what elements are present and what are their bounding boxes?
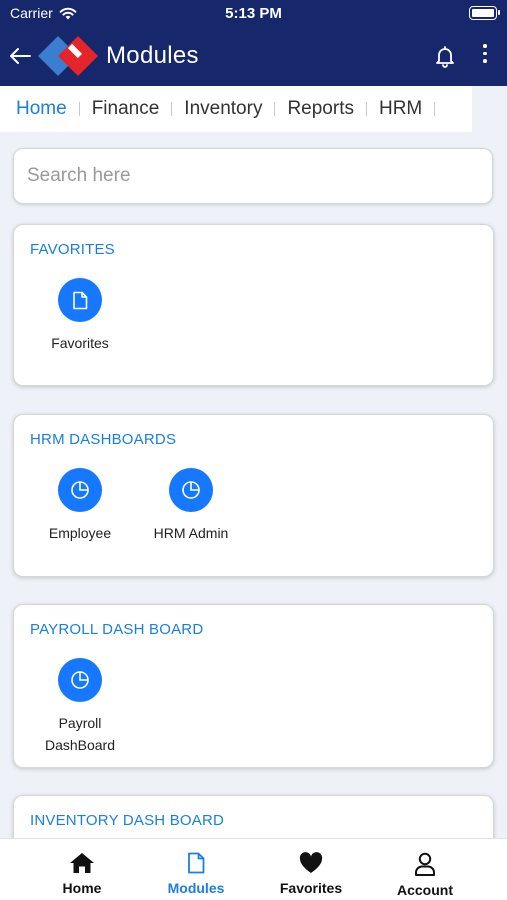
page-title: Modules: [106, 42, 199, 69]
tab-inventory[interactable]: Inventory: [172, 86, 274, 132]
module-icon-circle: [58, 468, 102, 512]
tab-divider: [434, 102, 436, 116]
pie-chart-icon: [71, 481, 89, 499]
module-label: Favorites: [51, 335, 109, 351]
favorites-card: FAVORITES Favorites: [13, 224, 494, 386]
status-time: 5:13 PM: [225, 5, 282, 22]
module-tabs: Home Finance Inventory Reports HRM: [0, 86, 472, 132]
bottom-navigation: Home Modules Favorites Account: [0, 838, 507, 900]
notification-bell-icon[interactable]: [432, 43, 458, 69]
module-icon-circle: [58, 278, 102, 322]
search-input[interactable]: [27, 165, 492, 187]
payroll-dashboard-card: PAYROLL DASH BOARD Payroll DashBoard: [13, 604, 494, 768]
back-button[interactable]: [6, 42, 34, 70]
heart-icon: [299, 852, 323, 873]
status-bar: Carrier 5:13 PM: [0, 0, 507, 28]
header: Carrier 5:13 PM Modules: [0, 0, 507, 86]
pie-chart-icon: [71, 671, 89, 689]
module-label: Payroll DashBoard: [44, 715, 116, 753]
more-options-icon[interactable]: [476, 41, 494, 67]
hrm-dashboards-card: HRM DASHBOARDS Employee HRM Admin: [13, 414, 494, 577]
section-title: INVENTORY DASH BOARD: [30, 812, 225, 829]
nav-label: Favorites: [279, 880, 343, 896]
nav-label: Account: [397, 882, 453, 898]
document-icon: [188, 852, 205, 874]
app-bar: Modules: [0, 28, 507, 86]
nav-label: Home: [62, 880, 102, 896]
app-logo-icon: [38, 36, 98, 76]
pie-chart-icon: [182, 481, 200, 499]
nav-favorites[interactable]: Favorites: [256, 839, 366, 900]
nav-home[interactable]: Home: [27, 839, 137, 900]
module-label: Employee: [48, 525, 112, 541]
section-title: PAYROLL DASH BOARD: [30, 621, 204, 638]
tab-home[interactable]: Home: [4, 86, 79, 132]
back-arrow-icon: [10, 48, 31, 64]
section-title: HRM DASHBOARDS: [30, 431, 177, 448]
module-icon-circle: [58, 658, 102, 702]
module-icon-circle: [169, 468, 213, 512]
module-payroll-dashboard[interactable]: Payroll DashBoard: [15, 658, 145, 756]
battery-icon: [469, 6, 500, 20]
section-title: FAVORITES: [30, 241, 115, 258]
module-hrm-admin[interactable]: HRM Admin: [126, 468, 256, 544]
nav-modules[interactable]: Modules: [141, 839, 251, 900]
document-icon: [73, 291, 88, 309]
tab-finance[interactable]: Finance: [80, 86, 172, 132]
module-favorites[interactable]: Favorites: [15, 278, 145, 354]
home-icon: [70, 853, 94, 873]
module-label: HRM Admin: [153, 525, 229, 541]
search-box: [13, 148, 493, 204]
tab-hrm[interactable]: HRM: [367, 86, 434, 132]
tab-reports[interactable]: Reports: [275, 86, 366, 132]
nav-account[interactable]: Account: [370, 839, 480, 900]
nav-label: Modules: [167, 880, 225, 896]
user-icon: [415, 852, 435, 876]
